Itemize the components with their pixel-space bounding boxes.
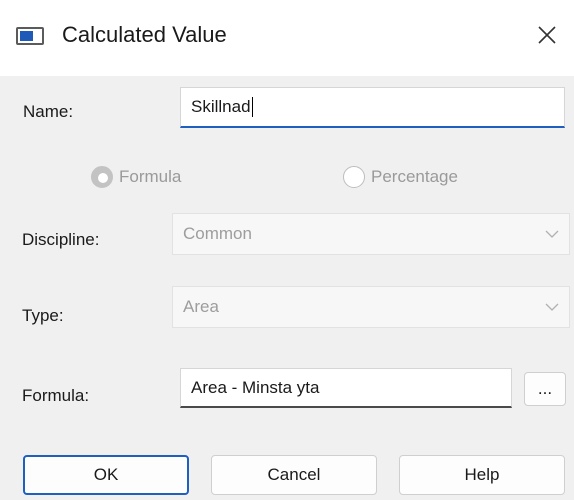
- dialog-window-icon: [16, 27, 44, 45]
- name-label: Name:: [23, 102, 74, 121]
- dialog-title: Calculated Value: [62, 22, 227, 47]
- text-caret: [251, 97, 253, 117]
- chevron-down-icon: [545, 230, 559, 238]
- close-button[interactable]: [530, 18, 564, 52]
- formula-input[interactable]: Area - Minsta yta: [180, 368, 512, 408]
- type-value: Area: [183, 297, 219, 316]
- discipline-label: Discipline:: [22, 230, 100, 249]
- browse-formula-label: ...: [537, 379, 553, 398]
- title-bar: Calculated Value: [0, 0, 574, 76]
- cancel-button-label: Cancel: [267, 465, 321, 484]
- formula-value: Area - Minsta yta: [191, 377, 320, 397]
- close-icon: [538, 26, 556, 44]
- radio-percentage-circle: [343, 166, 365, 188]
- formula-label: Formula:: [22, 386, 90, 405]
- radio-formula-circle: [91, 166, 113, 188]
- type-select[interactable]: Area: [172, 286, 570, 328]
- type-label: Type:: [22, 306, 64, 325]
- radio-percentage[interactable]: Percentage: [343, 166, 458, 188]
- help-button[interactable]: Help: [399, 455, 565, 495]
- name-input[interactable]: Skillnad: [180, 87, 565, 128]
- chevron-down-icon: [545, 303, 559, 311]
- help-button-label: Help: [464, 465, 500, 484]
- cancel-button[interactable]: Cancel: [211, 455, 377, 495]
- radio-formula[interactable]: Formula: [91, 166, 181, 188]
- name-value: Skillnad: [191, 97, 251, 116]
- discipline-value: Common: [183, 224, 252, 243]
- discipline-select[interactable]: Common: [172, 213, 570, 255]
- ok-button[interactable]: OK: [23, 455, 189, 495]
- ok-button-label: OK: [93, 465, 119, 484]
- browse-formula-button[interactable]: ...: [524, 372, 566, 406]
- radio-percentage-label: Percentage: [371, 167, 458, 186]
- radio-formula-label: Formula: [119, 167, 182, 186]
